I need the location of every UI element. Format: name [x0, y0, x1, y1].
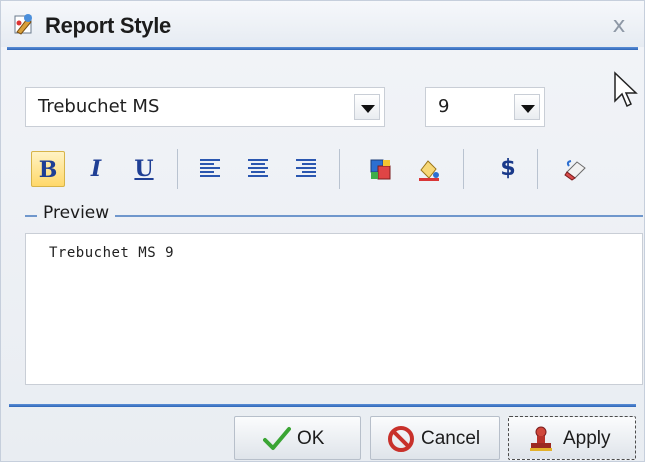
- font-family-dropdown-icon[interactable]: [354, 94, 380, 120]
- ok-button[interactable]: OK: [234, 416, 361, 460]
- bold-icon: B: [38, 157, 58, 183]
- title-divider: [7, 47, 638, 50]
- eraser-icon: [564, 160, 586, 181]
- align-right-icon: [296, 159, 316, 177]
- fill-color-button[interactable]: [363, 151, 397, 187]
- apply-label: Apply: [563, 428, 611, 449]
- toolbar-separator: [177, 149, 178, 189]
- font-size-dropdown-icon[interactable]: [514, 94, 540, 120]
- toolbar-separator: [339, 149, 340, 189]
- font-size-value: 9: [438, 96, 450, 117]
- mouse-cursor-icon: [613, 71, 639, 109]
- preview-legend: Preview: [37, 203, 116, 223]
- font-color-button[interactable]: [411, 151, 445, 187]
- stamp-icon: [527, 425, 555, 453]
- align-center-button[interactable]: [241, 151, 275, 187]
- align-center-icon: [248, 159, 268, 177]
- bold-button[interactable]: B: [31, 151, 65, 187]
- title-bar[interactable]: Report Style x: [1, 1, 644, 47]
- report-style-icon: [13, 13, 35, 35]
- preview-text: Trebuchet MS 9: [49, 245, 175, 261]
- font-size-select[interactable]: 9: [425, 87, 545, 127]
- italic-icon: I: [90, 156, 102, 182]
- apply-button[interactable]: Apply: [508, 416, 636, 460]
- cancel-label: Cancel: [421, 428, 481, 449]
- align-left-button[interactable]: [193, 151, 227, 187]
- toolbar-separator: [537, 149, 538, 189]
- cancel-button[interactable]: Cancel: [370, 416, 500, 460]
- cancel-icon: [387, 425, 415, 453]
- bottom-divider: [9, 404, 636, 407]
- underline-button[interactable]: U: [127, 151, 161, 187]
- font-family-select[interactable]: Trebuchet MS: [25, 87, 385, 127]
- underline-icon: U: [134, 156, 154, 182]
- dialog-title: Report Style: [45, 13, 171, 38]
- close-icon[interactable]: x: [608, 15, 630, 37]
- font-color-icon: [419, 160, 439, 181]
- report-style-dialog: Report Style x Trebuchet MS 9 B I U $ Pr…: [0, 0, 645, 462]
- toolbar-separator: [463, 149, 464, 189]
- currency-button[interactable]: $: [491, 151, 525, 187]
- currency-icon: $: [500, 156, 516, 181]
- ok-label: OK: [297, 428, 325, 449]
- align-right-button[interactable]: [289, 151, 323, 187]
- fill-color-icon: [370, 159, 391, 180]
- font-family-value: Trebuchet MS: [38, 96, 160, 117]
- align-left-icon: [200, 159, 220, 177]
- italic-button[interactable]: I: [79, 151, 113, 187]
- check-icon: [263, 425, 291, 453]
- clear-format-button[interactable]: [557, 151, 591, 187]
